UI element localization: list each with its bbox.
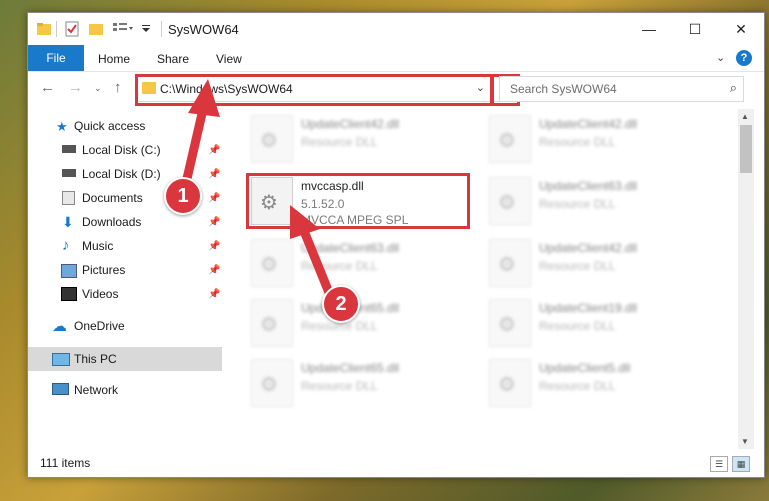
- annotation-arrows: [181, 79, 335, 300]
- step-badge-1: 1: [164, 177, 202, 215]
- explorer-window: SysWOW64 — ☐ ✕ File Home Share View ⌄ ? …: [27, 12, 765, 478]
- step-badge-2: 2: [322, 285, 360, 323]
